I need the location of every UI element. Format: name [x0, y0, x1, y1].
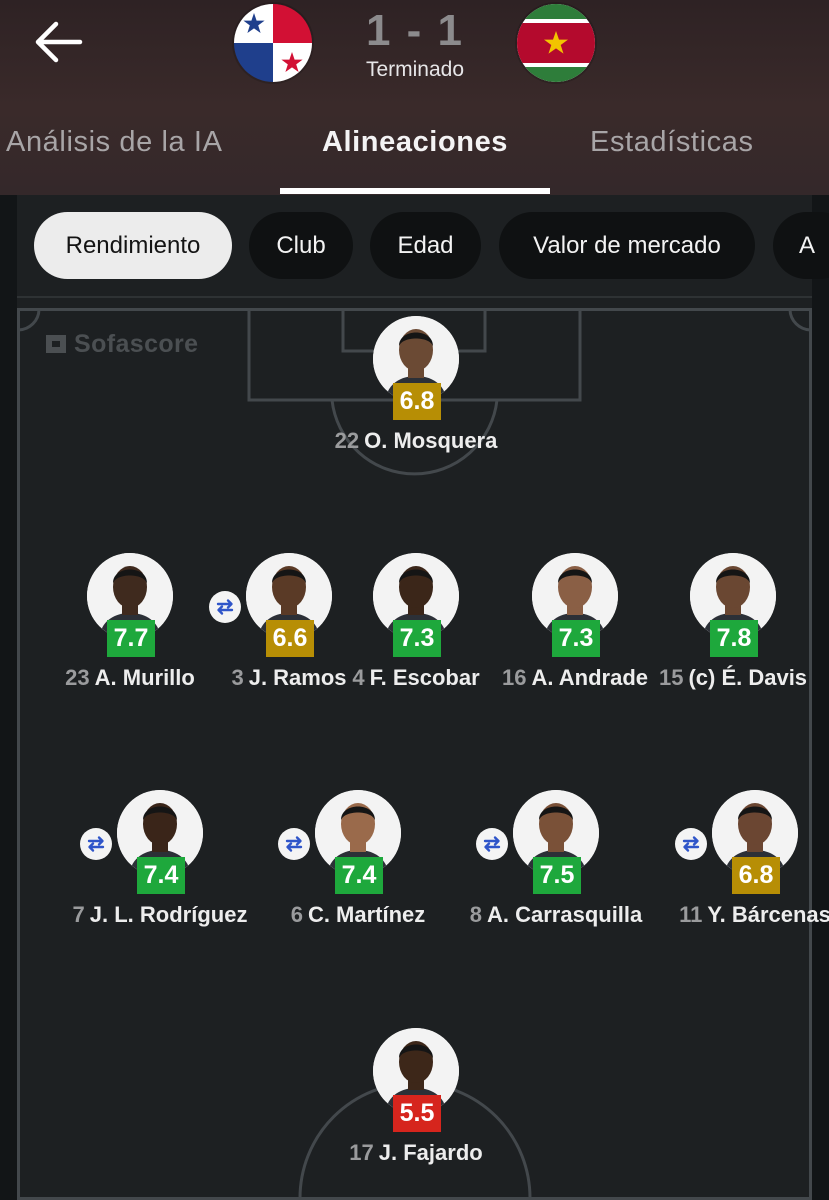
- substitution-icon: [476, 828, 508, 860]
- player-rating: 6.8: [732, 857, 780, 894]
- substitution-icon: [209, 591, 241, 623]
- player-number: 17: [349, 1140, 374, 1165]
- sofascore-logo-icon: [46, 335, 66, 353]
- player-card[interactable]: 5.5 17 J. Fajardo: [316, 1028, 516, 1165]
- player-number: 6: [290, 902, 303, 927]
- divider: [17, 296, 812, 298]
- player-name: O. Mosquera: [364, 428, 498, 453]
- substitution-icon: [675, 828, 707, 860]
- player-name-label: 17 J. Fajardo: [276, 1140, 556, 1166]
- filter-chip-age[interactable]: Edad: [370, 212, 481, 279]
- player-card[interactable]: 7.4 7 J. L. Rodríguez: [60, 790, 260, 927]
- player-name: J. Fajardo: [378, 1140, 483, 1165]
- back-arrow-icon[interactable]: [32, 18, 88, 66]
- active-tab-indicator: [280, 188, 550, 194]
- player-card[interactable]: 6.8 11 Y. Bárcenas: [655, 790, 829, 927]
- player-card[interactable]: 6.8 22 O. Mosquera: [316, 316, 516, 453]
- player-number: 3: [231, 665, 244, 690]
- filter-chip-club[interactable]: Club: [249, 212, 353, 279]
- player-name-label: 15 (c) É. Davis: [593, 665, 829, 691]
- player-name-label: 11 Y. Bárcenas: [615, 902, 829, 928]
- player-number: 11: [679, 902, 703, 927]
- player-card[interactable]: 7.5 8 A. Carrasquilla: [456, 790, 656, 927]
- player-rating: 7.5: [533, 857, 581, 894]
- match-score: 1 - 1: [365, 6, 465, 55]
- filter-chip-market-value[interactable]: Valor de mercado: [499, 212, 755, 279]
- substitution-icon: [278, 828, 310, 860]
- player-rating: 7.4: [137, 857, 185, 894]
- sofascore-watermark: Sofascore: [44, 330, 199, 359]
- player-rating: 7.8: [710, 620, 758, 657]
- player-card[interactable]: 7.4 6 C. Martínez: [258, 790, 458, 927]
- player-number: 15: [658, 665, 684, 690]
- player-rating: 7.3: [552, 620, 600, 657]
- player-rating: 7.7: [107, 620, 155, 657]
- suriname-flag-icon[interactable]: [517, 4, 595, 82]
- panama-flag-icon[interactable]: [234, 4, 312, 82]
- player-name-label: 22 O. Mosquera: [276, 428, 556, 454]
- player-rating: 7.4: [335, 857, 383, 894]
- filter-chip-more[interactable]: A: [773, 212, 829, 279]
- tab-statistics[interactable]: Estadísticas: [590, 126, 754, 159]
- player-number: 8: [469, 902, 482, 927]
- player-rating: 6.8: [393, 383, 441, 420]
- player-rating: 6.6: [266, 620, 314, 657]
- tab-ai-analysis[interactable]: Análisis de la IA: [6, 126, 223, 159]
- filter-chip-performance[interactable]: Rendimiento: [34, 212, 232, 279]
- match-status: Terminado: [365, 58, 465, 81]
- player-name: C. Martínez: [307, 902, 426, 927]
- tab-lineups[interactable]: Alineaciones: [280, 126, 550, 159]
- player-number: 4: [352, 665, 365, 690]
- player-rating: 5.5: [393, 1095, 441, 1132]
- player-number: 22: [334, 428, 360, 453]
- player-rating: 7.3: [393, 620, 441, 657]
- player-card[interactable]: 7.8 15 (c) É. Davis: [633, 553, 829, 690]
- match-header: 1 - 1 Terminado Análisis de la IA Alinea…: [0, 0, 829, 195]
- player-name: (c) É. Davis: [688, 665, 808, 690]
- watermark-text: Sofascore: [74, 330, 199, 358]
- player-number: 7: [72, 902, 85, 927]
- player-number: 16: [501, 665, 527, 690]
- player-number: 23: [65, 665, 90, 690]
- substitution-icon: [80, 828, 112, 860]
- player-name: Y. Bárcenas: [707, 902, 829, 927]
